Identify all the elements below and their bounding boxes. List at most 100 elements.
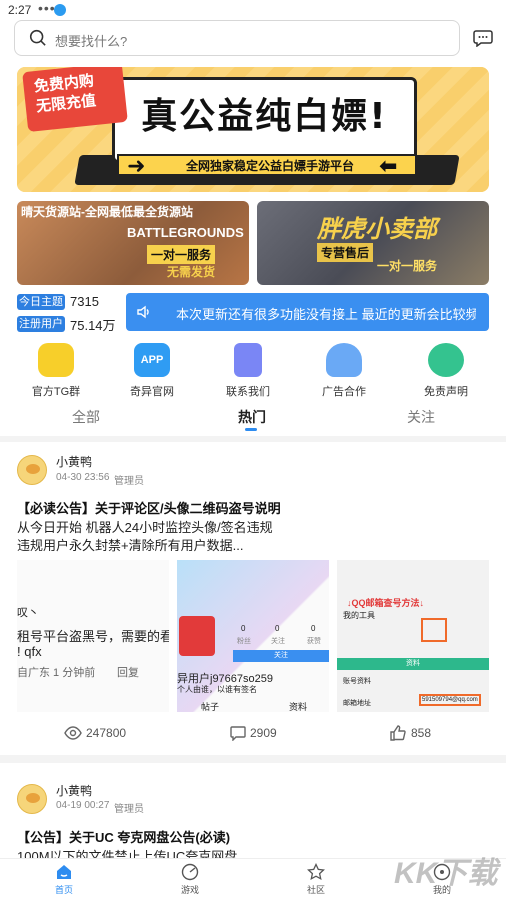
watermark: KK下载 xyxy=(394,857,498,890)
status-bar: 2:27 ••• xyxy=(0,0,506,20)
image-text: ! qfx xyxy=(17,644,42,659)
image-text: 获赞 xyxy=(307,638,321,645)
star-icon xyxy=(307,863,325,881)
post-date: 04-30 23:56 xyxy=(56,472,110,483)
tab-indicator xyxy=(245,428,257,431)
image-text: 粉丝 xyxy=(237,638,251,645)
qr-code-icon xyxy=(179,616,215,656)
post-image[interactable]: 叹丶 租号平台盗黑号，需要的看 ! qfx 自广东 1 分钟前 回复 xyxy=(17,560,169,712)
promo-left-service: 一对一服务 xyxy=(147,245,216,264)
image-text: 资料 xyxy=(337,658,489,670)
quick-disclaimer[interactable]: 免责声明 xyxy=(406,343,486,399)
image-text: 关注 xyxy=(271,638,285,645)
topics-value: 7315 xyxy=(70,294,99,309)
android-icon xyxy=(38,343,74,377)
promo-banner-right[interactable]: 胖虎小卖部 专营售后 一对一服务 xyxy=(257,201,489,285)
image-text: 资料 xyxy=(289,702,308,712)
image-text: ↓QQ邮箱查号方法↓ xyxy=(347,598,425,608)
image-text: 回复 xyxy=(117,667,139,679)
quick-official-site[interactable]: APP 奇异官网 xyxy=(112,343,192,399)
home-icon xyxy=(57,865,71,879)
image-text: 0 xyxy=(311,624,316,633)
section-divider xyxy=(0,436,506,442)
image-text: 租号平台盗黑号，需要的看 xyxy=(17,629,169,644)
post-image[interactable]: 0 0 0 粉丝 关注 获赞 关注 异用户j97667so259 个人由谁，以谁… xyxy=(177,560,329,712)
notice-bar[interactable]: 本次更新还有很多功能没有接上 最近的更新会比较频繁 xyxy=(126,293,489,331)
post-title[interactable]: 【必读公告】关于评论区/头像二维码盗号说明 xyxy=(17,498,281,517)
image-text: 账号资料 xyxy=(343,678,371,685)
nav-home[interactable]: 首页 xyxy=(34,863,94,896)
nav-community[interactable]: 社区 xyxy=(286,863,346,896)
avatar[interactable] xyxy=(17,784,47,814)
quick-label: 免责声明 xyxy=(424,386,468,398)
image-text: 个人由谁，以谁有签名 xyxy=(177,685,257,694)
lock-icon xyxy=(234,343,262,377)
tab-hot[interactable]: 热门 xyxy=(238,407,266,427)
nav-games[interactable]: 游戏 xyxy=(160,863,220,896)
tab-all[interactable]: 全部 xyxy=(72,407,100,427)
post-body-line: 违规用户永久封禁+清除所有用户数据... xyxy=(17,538,244,553)
app-icon: APP xyxy=(134,343,170,377)
bluetooth-icon xyxy=(54,4,66,16)
image-follow-button: 关注 xyxy=(233,650,329,662)
nav-label: 游戏 xyxy=(180,885,199,895)
image-text: 我的工具 xyxy=(343,611,375,620)
notice-text: 本次更新还有很多功能没有接上 最近的更新会比较频繁 xyxy=(176,307,476,322)
quick-label: 联系我们 xyxy=(226,386,270,398)
image-text: 0 xyxy=(275,624,280,633)
users-label: 注册用户 xyxy=(17,316,65,332)
post-role: 管理员 xyxy=(114,476,144,487)
post-role: 管理员 xyxy=(114,804,144,815)
topics-label: 今日主题 xyxy=(17,294,65,310)
post-date: 04-19 00:27 xyxy=(56,800,110,811)
image-highlight xyxy=(421,618,447,642)
search-placeholder: 想要找什么? xyxy=(55,34,128,49)
image-text: 0 xyxy=(241,624,246,633)
gamepad-icon xyxy=(428,343,464,377)
like-icon[interactable] xyxy=(390,725,406,741)
image-text: 帖子 xyxy=(201,702,220,712)
status-dots: ••• xyxy=(38,0,56,16)
arrow-left-icon: ⬅ xyxy=(379,153,398,178)
nav-label: 首页 xyxy=(54,885,73,895)
comment-count: 2909 xyxy=(250,726,277,740)
banner-subtitle: 全网独家稳定公益白嫖手游平台 xyxy=(185,159,354,173)
post-image[interactable]: ↓QQ邮箱查号方法↓ 我的工具 资料 账号资料 邮箱地址 591509794@q… xyxy=(337,560,489,712)
quick-ad-cooperation[interactable]: 广告合作 xyxy=(304,343,384,399)
nav-label: 社区 xyxy=(306,885,325,895)
post-body-line: 从今日开始 机器人24小时监控头像/签名违规 xyxy=(17,520,273,535)
promo-right-note: 一对一服务 xyxy=(377,259,438,273)
quick-label: 官方TG群 xyxy=(31,386,81,398)
like-count: 858 xyxy=(411,726,432,740)
arrow-right-icon: ➜ xyxy=(127,153,146,178)
image-text: 邮箱地址 xyxy=(343,700,371,707)
users-value: 75.14万 xyxy=(70,318,116,333)
comment-icon[interactable] xyxy=(230,726,246,741)
quick-contact[interactable]: 联系我们 xyxy=(208,343,288,399)
banner-headline: 真公益纯白嫖! xyxy=(141,96,388,137)
speaker-icon xyxy=(137,305,149,319)
search-icon xyxy=(29,29,46,46)
post-title[interactable]: 【公告】关于UC 夸克网盘公告(必读) xyxy=(17,827,230,846)
eye-icon xyxy=(64,726,82,740)
tab-follow[interactable]: 关注 xyxy=(407,407,435,427)
promo-left-note: 无需发货 xyxy=(167,265,216,279)
search-bar[interactable]: 想要找什么? xyxy=(14,20,460,56)
message-icon[interactable] xyxy=(473,29,493,47)
main-banner[interactable]: 真公益纯白嫖! 全网独家稳定公益白嫖手游平台 ➜ ⬅ 免费内购 无限充值 xyxy=(17,67,489,192)
post-author[interactable]: 小黄鸭 xyxy=(56,453,92,470)
section-divider xyxy=(0,755,506,763)
status-time: 2:27 xyxy=(8,3,32,17)
post-author[interactable]: 小黄鸭 xyxy=(56,782,92,799)
quick-tg-group[interactable]: 官方TG群 xyxy=(16,343,96,399)
image-text: 591509794@qq.com xyxy=(419,694,481,706)
view-count: 247800 xyxy=(86,726,127,740)
image-text: 自广东 1 分钟前 xyxy=(17,667,96,679)
promo-left-game: BATTLEGROUNDS xyxy=(127,225,244,240)
promo-banner-left[interactable]: 晴天货源站-全网最低最全货源站 BATTLEGROUNDS 一对一服务 无需发货 xyxy=(17,201,249,285)
quick-label: 广告合作 xyxy=(322,386,366,398)
promo-right-service: 专营售后 xyxy=(317,243,374,262)
avatar[interactable] xyxy=(17,455,47,485)
promo-left-title: 晴天货源站-全网最低最全货源站 xyxy=(21,205,193,219)
quick-label: 奇异官网 xyxy=(130,386,174,398)
